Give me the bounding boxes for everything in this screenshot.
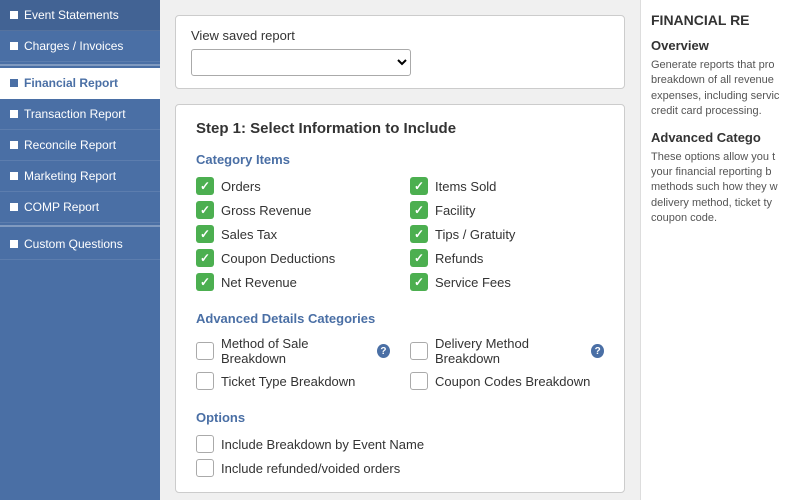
gross-revenue-label: Gross Revenue	[221, 203, 311, 218]
checkbox-facility: Facility	[410, 201, 604, 219]
overview-title: Overview	[651, 38, 790, 53]
refunded-voided-checkbox[interactable]	[196, 459, 214, 477]
items-sold-label: Items Sold	[435, 179, 496, 194]
gross-revenue-checkbox[interactable]	[196, 201, 214, 219]
checkbox-method-of-sale: Method of Sale Breakdown ?	[196, 336, 390, 366]
tips-gratuity-checkbox[interactable]	[410, 225, 428, 243]
service-fees-label: Service Fees	[435, 275, 511, 290]
bullet-icon	[10, 240, 18, 248]
refunds-label: Refunds	[435, 251, 483, 266]
right-panel-title: FINANCIAL RE	[651, 12, 790, 28]
coupon-deductions-checkbox[interactable]	[196, 249, 214, 267]
checkbox-coupon-codes: Coupon Codes Breakdown	[410, 372, 604, 390]
items-sold-checkbox[interactable]	[410, 177, 428, 195]
saved-report-box: View saved report	[175, 15, 625, 89]
sidebar-item-transaction-report[interactable]: Transaction Report	[0, 99, 160, 130]
advanced-details-title: Advanced Details Categories	[196, 311, 604, 326]
sidebar-item-financial-report[interactable]: Financial Report	[0, 68, 160, 99]
delivery-method-info-icon[interactable]: ?	[591, 344, 604, 358]
refunds-checkbox[interactable]	[410, 249, 428, 267]
sidebar-item-comp-report[interactable]: COMP Report	[0, 192, 160, 223]
checkbox-refunded-voided: Include refunded/voided orders	[196, 459, 604, 477]
bullet-icon	[10, 203, 18, 211]
options-list: Include Breakdown by Event Name Include …	[196, 435, 604, 477]
coupon-codes-label: Coupon Codes Breakdown	[435, 374, 590, 389]
bullet-icon	[10, 79, 18, 87]
checkbox-delivery-method: Delivery Method Breakdown ?	[410, 336, 604, 366]
advanced-catego-title: Advanced Catego	[651, 130, 790, 145]
sales-tax-checkbox[interactable]	[196, 225, 214, 243]
overview-text: Generate reports that pro breakdown of a…	[651, 58, 790, 120]
orders-checkbox[interactable]	[196, 177, 214, 195]
facility-label: Facility	[435, 203, 475, 218]
checkbox-service-fees: Service Fees	[410, 273, 604, 291]
breakdown-by-event-label: Include Breakdown by Event Name	[221, 437, 424, 452]
step-box: Step 1: Select Information to Include Ca…	[175, 104, 625, 493]
sidebar-item-event-statements[interactable]: Event Statements	[0, 0, 160, 31]
bullet-icon	[10, 141, 18, 149]
advanced-details-grid: Method of Sale Breakdown ? Delivery Meth…	[196, 336, 604, 390]
coupon-deductions-label: Coupon Deductions	[221, 251, 335, 266]
step-title: Step 1: Select Information to Include	[196, 120, 604, 137]
sidebar-item-custom-questions[interactable]: Custom Questions	[0, 229, 160, 260]
sidebar: Event Statements Charges / Invoices Fina…	[0, 0, 160, 500]
bullet-icon	[10, 110, 18, 118]
checkbox-gross-revenue: Gross Revenue	[196, 201, 390, 219]
checkbox-ticket-type: Ticket Type Breakdown	[196, 372, 390, 390]
checkbox-orders: Orders	[196, 177, 390, 195]
method-of-sale-label: Method of Sale Breakdown	[221, 336, 367, 366]
main-content: View saved report Step 1: Select Informa…	[160, 0, 640, 500]
checkbox-net-revenue: Net Revenue	[196, 273, 390, 291]
ticket-type-checkbox[interactable]	[196, 372, 214, 390]
net-revenue-label: Net Revenue	[221, 275, 297, 290]
bullet-icon	[10, 11, 18, 19]
checkbox-tips-gratuity: Tips / Gratuity	[410, 225, 604, 243]
category-items-grid: Orders Items Sold Gross Revenue Facility…	[196, 177, 604, 291]
saved-report-select[interactable]	[191, 49, 411, 76]
saved-report-label: View saved report	[191, 28, 609, 43]
sidebar-item-charges-invoices[interactable]: Charges / Invoices	[0, 31, 160, 62]
checkbox-items-sold: Items Sold	[410, 177, 604, 195]
checkbox-breakdown-by-event: Include Breakdown by Event Name	[196, 435, 604, 453]
net-revenue-checkbox[interactable]	[196, 273, 214, 291]
facility-checkbox[interactable]	[410, 201, 428, 219]
breakdown-by-event-checkbox[interactable]	[196, 435, 214, 453]
service-fees-checkbox[interactable]	[410, 273, 428, 291]
checkbox-sales-tax: Sales Tax	[196, 225, 390, 243]
checkbox-refunds: Refunds	[410, 249, 604, 267]
bullet-icon	[10, 172, 18, 180]
orders-label: Orders	[221, 179, 261, 194]
method-of-sale-info-icon[interactable]: ?	[377, 344, 390, 358]
advanced-catego-text: These options allow you t your financial…	[651, 150, 790, 227]
checkbox-coupon-deductions: Coupon Deductions	[196, 249, 390, 267]
ticket-type-label: Ticket Type Breakdown	[221, 374, 355, 389]
bullet-icon	[10, 42, 18, 50]
sales-tax-label: Sales Tax	[221, 227, 277, 242]
coupon-codes-checkbox[interactable]	[410, 372, 428, 390]
category-items-title: Category Items	[196, 152, 604, 167]
delivery-method-checkbox[interactable]	[410, 342, 428, 360]
delivery-method-label: Delivery Method Breakdown	[435, 336, 581, 366]
sidebar-item-reconcile-report[interactable]: Reconcile Report	[0, 130, 160, 161]
tips-gratuity-label: Tips / Gratuity	[435, 227, 515, 242]
method-of-sale-checkbox[interactable]	[196, 342, 214, 360]
sidebar-item-marketing-report[interactable]: Marketing Report	[0, 161, 160, 192]
options-title: Options	[196, 410, 604, 425]
right-panel: FINANCIAL RE Overview Generate reports t…	[640, 0, 800, 500]
refunded-voided-label: Include refunded/voided orders	[221, 461, 400, 476]
